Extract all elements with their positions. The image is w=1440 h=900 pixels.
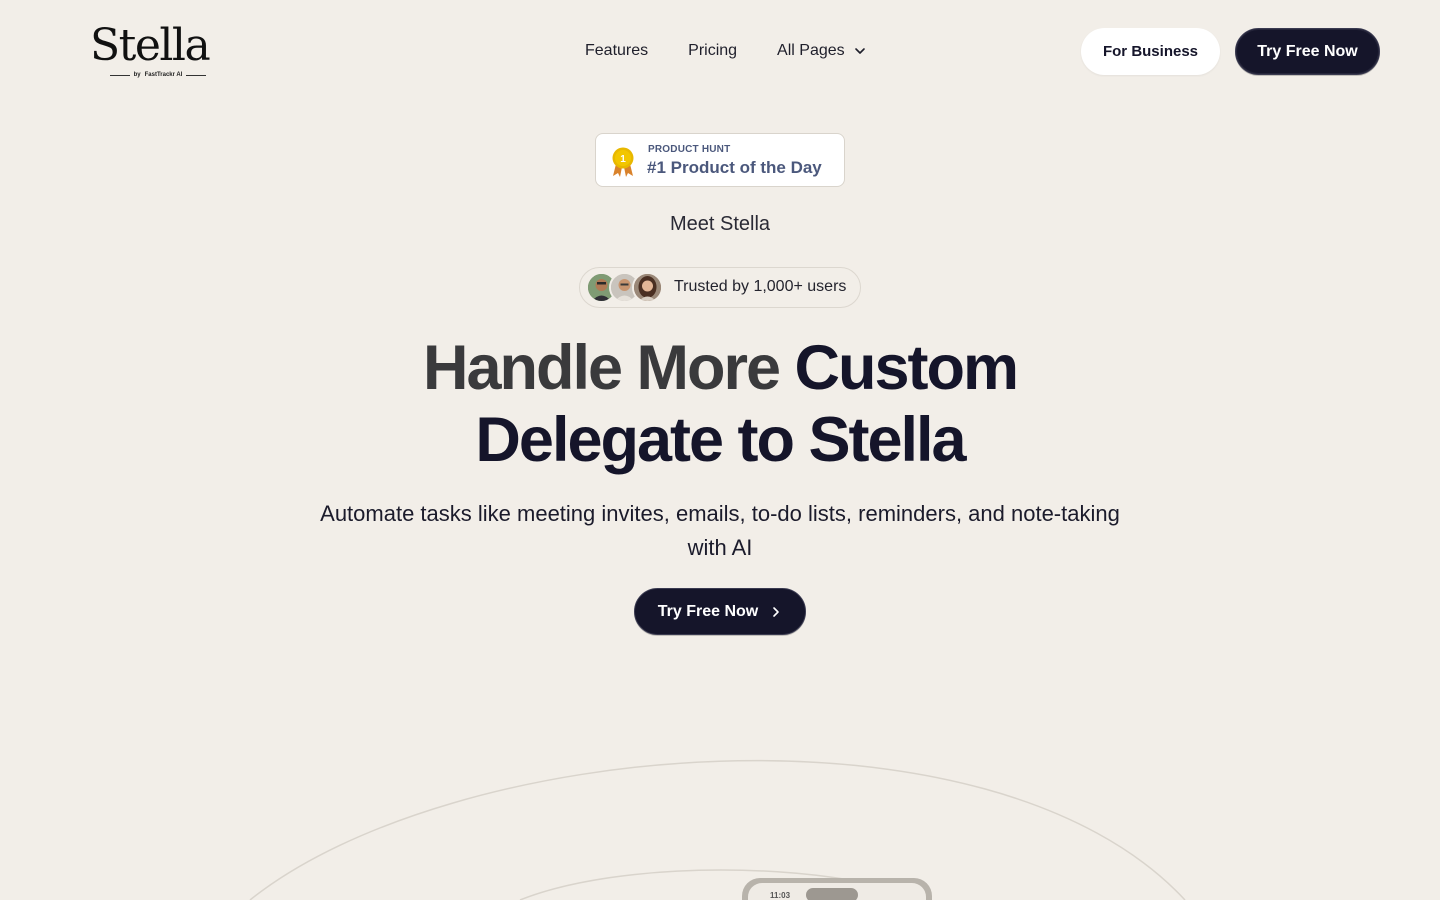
avatar-group [586,272,666,304]
for-business-button[interactable]: For Business [1081,28,1220,75]
intro-text: Meet Stella [669,213,771,235]
site-header: Stella by FastTrackr AI Features Pricing… [0,0,1440,104]
nav-features-label: Features [585,42,649,59]
medal-icon: 1 [612,147,634,177]
headline-line-2: Delegate to Stella [475,405,966,475]
medal-rank: 1 [620,154,626,165]
chevron-right-icon [773,606,780,617]
logo-wordmark: Stella [90,20,211,71]
landing-page: Stella by FastTrackr AI Features Pricing… [0,0,1440,900]
avatar [632,272,663,303]
try-free-now-header-button[interactable]: Try Free Now [1235,28,1380,75]
hero-headline: Handle More Custom Delegate to Stella [0,332,1440,476]
nav-features[interactable]: Features [585,38,648,64]
headline-line-1: Handle More Custom [0,332,1440,404]
main-nav: Features Pricing All Pages [585,38,869,64]
product-hunt-badge[interactable]: 1 PRODUCT HUNT #1 Product of the Day [595,133,845,187]
logo-byline: by FastTrackr AI [102,70,214,80]
badge-source: PRODUCT HUNT [648,144,731,155]
headline-part-a: Handle More [422,333,781,403]
chevron-down-icon [854,48,865,54]
hero-subtext: Automate tasks like meeting invites, ema… [320,501,1120,560]
stella-logo[interactable]: Stella by FastTrackr AI [90,22,216,80]
trusted-pill: Trusted by 1,000+ users [579,267,861,308]
logo-rule-left [109,74,130,76]
hero-cta-label: Try Free Now [657,602,759,620]
nav-pricing[interactable]: Pricing [688,38,737,64]
nav-pricing-label: Pricing [688,42,738,59]
badge-title: #1 Product of the Day [647,158,822,177]
logo-by: by [133,72,141,78]
nav-all-pages-label: All Pages [777,42,845,59]
logo-rule-right [186,74,207,76]
try-free-now-hero-button[interactable]: Try Free Now [634,588,806,635]
trusted-text: Trusted by 1,000+ users [674,278,847,295]
nav-all-pages-dropdown[interactable]: All Pages [777,38,869,64]
logo-brand: FastTrackr AI [144,72,183,78]
decorative-orbit-arcs: 11:03 [249,759,1186,900]
headline-part-b: Custom [794,333,1019,403]
phone-time: 11:03 [770,891,791,900]
phone-mockup: 11:03 [742,878,932,900]
